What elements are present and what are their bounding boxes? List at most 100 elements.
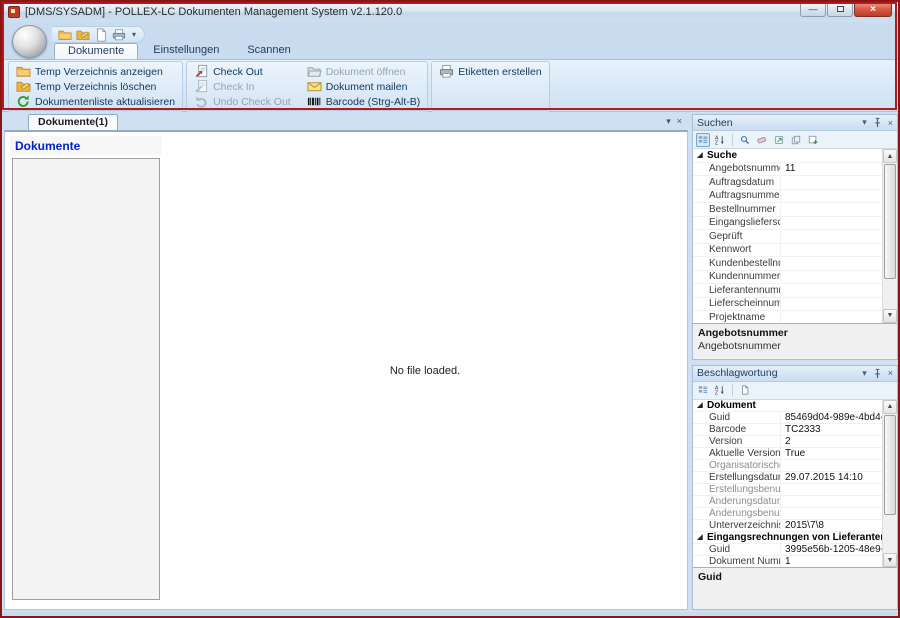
property-row[interactable]: Lieferantennummer xyxy=(693,284,882,298)
dokument-oeffnen-button[interactable]: Dokument öffnen xyxy=(305,64,423,79)
tab-close-icon[interactable]: × xyxy=(677,116,682,127)
tab-einstellungen[interactable]: Einstellungen xyxy=(140,43,232,59)
category-label: Eingangsrechnungen von Lieferanten [1] xyxy=(707,532,882,543)
property-row[interactable]: Bestellnummer xyxy=(693,203,882,217)
property-row[interactable]: BarcodeTC2333 xyxy=(693,424,882,436)
scroll-down-icon[interactable]: ▼ xyxy=(883,553,897,567)
property-label: Lieferscheinnummer xyxy=(693,298,781,309)
qat-customize-icon[interactable]: ▾ xyxy=(132,30,136,39)
document-listbox[interactable] xyxy=(12,158,160,600)
document-tab[interactable]: Dokumente(1) xyxy=(28,114,118,130)
minimize-button[interactable]: — xyxy=(800,2,826,17)
workspace: Dokumente(1) ▾ × Dokumente No file loade… xyxy=(2,112,898,612)
new-page-icon[interactable] xyxy=(738,383,752,397)
document-list-title: Dokumente xyxy=(10,136,162,155)
property-label: Dokument Nummer xyxy=(693,556,781,567)
property-row[interactable]: Guid85469d04-989e-4bd4-b607-905 xyxy=(693,412,882,424)
property-value[interactable]: 2015\7\8 xyxy=(781,520,882,531)
application-menu-button[interactable] xyxy=(12,25,47,58)
folder-edit-icon[interactable] xyxy=(76,28,90,42)
property-row[interactable]: Auftragsdatum xyxy=(693,176,882,190)
panel-menu-icon[interactable]: ▾ xyxy=(862,117,867,128)
scroll-down-icon[interactable]: ▼ xyxy=(883,309,897,323)
barcode-button[interactable]: Barcode (Strg-Alt-B) xyxy=(305,94,423,109)
property-row[interactable]: Version2 xyxy=(693,436,882,448)
search-grid-scrollbar[interactable]: ▲ ▼ xyxy=(882,149,897,323)
check-out-button[interactable]: Check Out xyxy=(192,64,293,79)
folder-icon[interactable] xyxy=(58,28,72,42)
check-in-button[interactable]: Check In xyxy=(192,79,293,94)
temp-verzeichnis-loeschen-button[interactable]: Temp Verzeichnis löschen xyxy=(14,79,177,94)
tagging-panel-header[interactable]: Beschlagwortung ▾ × xyxy=(693,366,897,382)
undo-check-out-button[interactable]: Undo Check Out xyxy=(192,94,293,109)
property-row[interactable]: Aktuelle VersionTrue xyxy=(693,448,882,460)
property-category-row[interactable]: ◢Suche xyxy=(693,149,882,163)
expander-icon[interactable]: ◢ xyxy=(693,401,707,409)
tab-dokumente[interactable]: Dokumente xyxy=(54,43,138,59)
property-row[interactable]: Kennwort xyxy=(693,244,882,258)
property-row[interactable]: Angebotsnummer11 xyxy=(693,163,882,177)
property-value[interactable]: TC2333 xyxy=(781,424,882,435)
property-row[interactable]: Kundennummer xyxy=(693,271,882,285)
pin-icon[interactable] xyxy=(872,117,883,128)
property-value[interactable]: 85469d04-989e-4bd4-b607-905 xyxy=(781,412,882,423)
panel-menu-icon[interactable]: ▾ xyxy=(862,368,867,379)
property-row[interactable]: Eingangslieferscheinnummer xyxy=(693,217,882,231)
panel-close-icon[interactable]: × xyxy=(888,118,893,128)
load-search-icon[interactable] xyxy=(772,133,786,147)
viewer-message: No file loaded. xyxy=(390,365,460,377)
search-icon[interactable] xyxy=(738,133,752,147)
expander-icon[interactable]: ◢ xyxy=(693,151,707,159)
scroll-up-icon[interactable]: ▲ xyxy=(883,149,897,163)
property-row[interactable]: Änderungsbenutzer xyxy=(693,508,882,520)
property-row[interactable]: Erstellungsdatum29.07.2015 14:10 xyxy=(693,472,882,484)
search-panel-header[interactable]: Suchen ▾ × xyxy=(693,115,897,131)
new-search-icon[interactable] xyxy=(806,133,820,147)
dokument-mailen-button[interactable]: Dokument mailen xyxy=(305,79,423,94)
temp-verzeichnis-anzeigen-button[interactable]: Temp Verzeichnis anzeigen xyxy=(14,64,177,79)
sort-alphabetical-icon[interactable]: AZ xyxy=(713,383,727,397)
property-value[interactable]: True xyxy=(781,448,882,459)
property-category-row[interactable]: ◢Dokument xyxy=(693,400,882,412)
label-printer-icon xyxy=(439,64,454,79)
property-value[interactable]: 1 xyxy=(781,556,882,567)
property-row[interactable]: Auftragsnummer xyxy=(693,190,882,204)
tab-scannen[interactable]: Scannen xyxy=(234,43,303,59)
property-row[interactable]: Kundenbestellnummer xyxy=(693,257,882,271)
property-category-row[interactable]: ◢Eingangsrechnungen von Lieferanten [1] xyxy=(693,532,882,544)
property-value[interactable]: 3995e56b-1205-48e9-81a0-f0df xyxy=(781,544,882,555)
svg-text:Z: Z xyxy=(715,391,718,395)
property-row[interactable]: Änderungsdatum xyxy=(693,496,882,508)
close-button[interactable]: × xyxy=(854,2,892,17)
restore-button[interactable] xyxy=(827,2,853,17)
property-row[interactable]: Organisatorische Einheit xyxy=(693,460,882,472)
property-row[interactable]: Projektname xyxy=(693,311,882,323)
tab-list-dropdown-icon[interactable]: ▾ xyxy=(666,116,671,127)
etiketten-erstellen-button[interactable]: Etiketten erstellen xyxy=(437,64,543,79)
print-icon[interactable] xyxy=(112,28,126,42)
categorized-view-icon[interactable] xyxy=(696,383,710,397)
expander-icon[interactable]: ◢ xyxy=(693,533,707,541)
property-row[interactable]: Geprüft xyxy=(693,230,882,244)
sort-alphabetical-icon[interactable]: AZ xyxy=(713,133,727,147)
clear-search-icon[interactable] xyxy=(755,133,769,147)
dokumentenliste-aktualisieren-button[interactable]: Dokumentenliste aktualisieren xyxy=(14,94,177,109)
property-value[interactable]: 2 xyxy=(781,436,882,447)
scroll-thumb[interactable] xyxy=(884,164,896,279)
new-document-icon[interactable] xyxy=(94,28,108,42)
property-row[interactable]: Erstellungsbenutzer xyxy=(693,484,882,496)
property-row[interactable]: Lieferscheinnummer xyxy=(693,298,882,312)
scroll-up-icon[interactable]: ▲ xyxy=(883,400,897,414)
property-row[interactable]: Dokument Nummer1 xyxy=(693,556,882,568)
categorized-view-icon[interactable] xyxy=(696,133,710,147)
property-label: Eingangslieferscheinnummer xyxy=(693,217,781,228)
property-value[interactable]: 11 xyxy=(781,163,882,174)
property-row[interactable]: Unterverzeichnis2015\7\8 xyxy=(693,520,882,532)
property-value[interactable]: 29.07.2015 14:10 xyxy=(781,472,882,483)
property-row[interactable]: Guid3995e56b-1205-48e9-81a0-f0df xyxy=(693,544,882,556)
pin-icon[interactable] xyxy=(872,368,883,379)
copy-search-icon[interactable] xyxy=(789,133,803,147)
tagging-grid-scrollbar[interactable]: ▲ ▼ xyxy=(882,400,897,568)
panel-close-icon[interactable]: × xyxy=(888,368,893,378)
scroll-thumb[interactable] xyxy=(884,415,896,516)
